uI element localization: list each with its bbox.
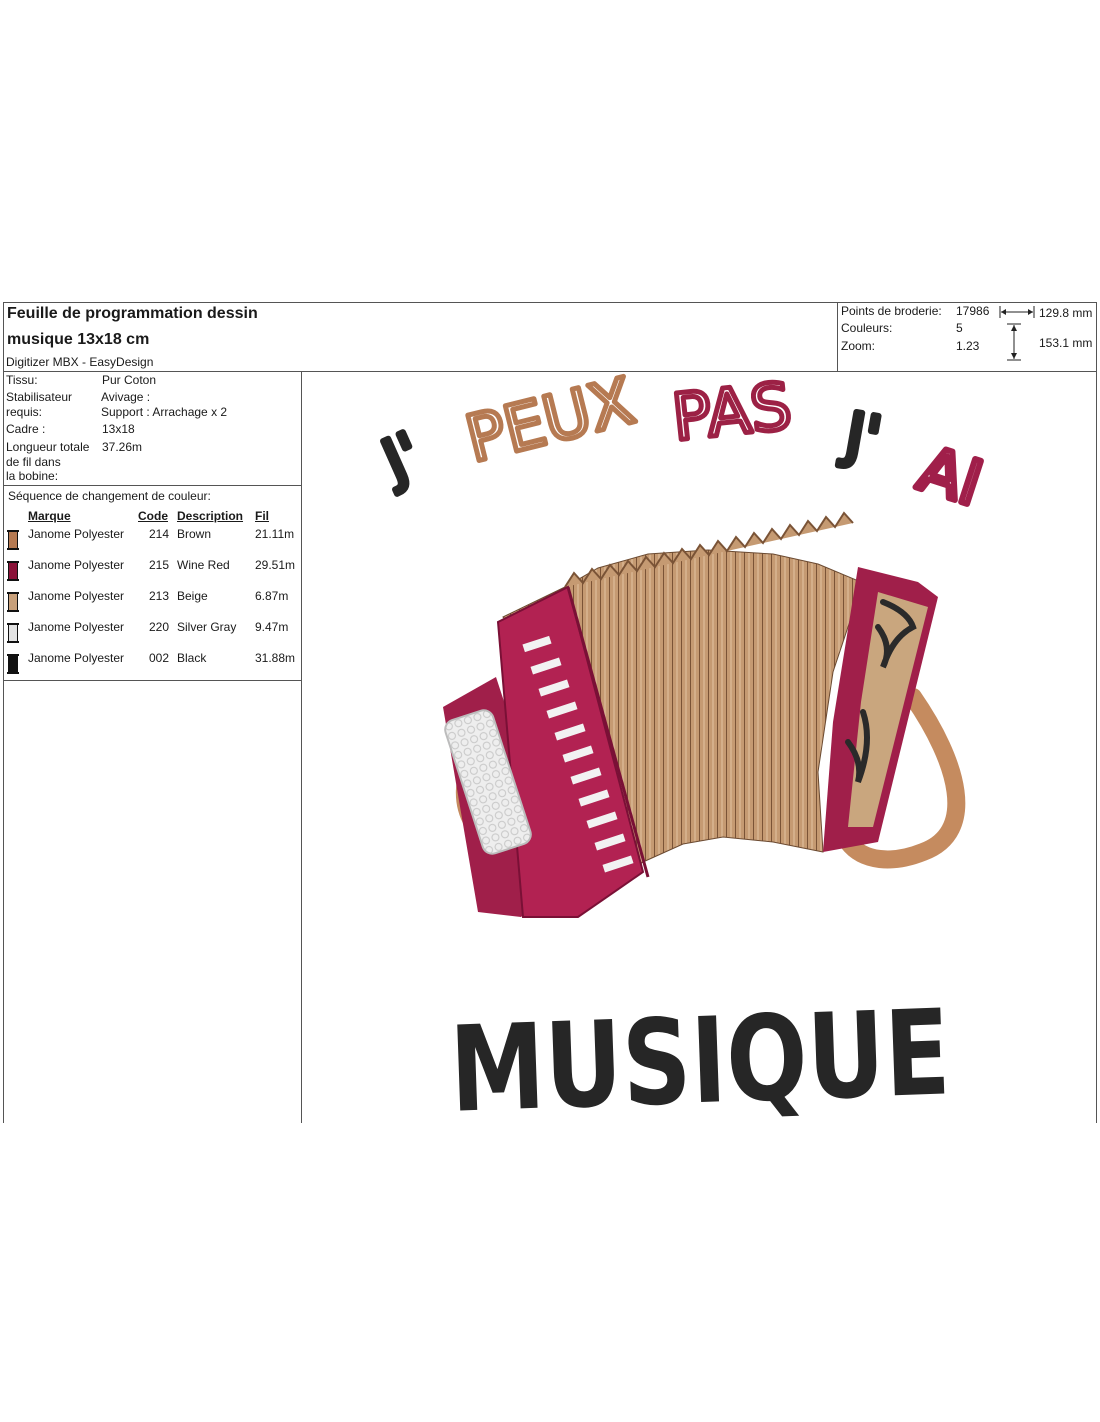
row-description: Silver Gray — [177, 620, 237, 634]
row-thread: 6.87m — [255, 589, 289, 603]
longueur-value: 37.26m — [102, 440, 143, 454]
header-thread: Fil — [255, 509, 269, 523]
row-brand: Janome Polyester — [28, 651, 125, 665]
row-description: Brown — [177, 527, 212, 541]
stats-box-left — [837, 302, 838, 371]
software-name: Digitizer MBX - EasyDesign — [6, 355, 154, 369]
slogan-word-peux: PEUX — [459, 372, 642, 478]
cadre-label: Cadre : — [6, 422, 46, 436]
row-code: 214 — [149, 527, 170, 541]
header-description: Description — [177, 509, 244, 523]
stabilizer-label-2: requis: — [6, 405, 43, 419]
main-word-musique: MUSIQUE — [448, 983, 953, 1123]
tissu-value: Pur Coton — [102, 373, 157, 387]
row-description: Black — [177, 651, 207, 665]
slogan-word-pas: PAS — [669, 372, 795, 456]
spool-color — [8, 532, 18, 548]
slogan-word-j1: J' — [370, 419, 431, 496]
row-thread: 9.47m — [255, 620, 289, 634]
stabilizer-label-1: Stabilisateur — [6, 390, 73, 404]
frame-top — [3, 302, 1097, 303]
row-code: 002 — [149, 651, 170, 665]
thread-spool-icon — [7, 561, 19, 581]
longueur-label-1: Longueur totale — [6, 440, 90, 454]
row-thread: 21.11m — [255, 527, 295, 541]
longueur-label-3: la bobine: — [6, 469, 59, 483]
sheet-title-line2: musique 13x18 cm — [7, 331, 150, 348]
width-dimension-icon — [999, 306, 1035, 318]
row-thread: 31.88m — [255, 651, 296, 665]
row-brand: Janome Polyester — [28, 558, 125, 572]
tissu-label: Tissu: — [6, 373, 38, 387]
sheet-title-line1: Feuille de programmation dessin — [7, 305, 258, 322]
colors-label: Couleurs: — [841, 321, 893, 335]
thread-spool-icon — [7, 623, 19, 643]
colors-value: 5 — [956, 321, 963, 335]
sequence-bottom — [3, 680, 302, 681]
row-brand: Janome Polyester — [28, 620, 125, 634]
slogan-word-j2: J' — [836, 399, 886, 475]
frame-left — [3, 302, 4, 1123]
spool-color — [8, 563, 18, 579]
row-brand: Janome Polyester — [28, 589, 125, 603]
stitches-label: Points de broderie: — [841, 304, 942, 318]
height-dimension-icon — [1007, 323, 1021, 361]
stabilizer-value-1: Avivage : — [101, 390, 151, 404]
header-brand: Marque — [28, 509, 71, 523]
longueur-label-2: de fil dans — [6, 455, 61, 469]
row-brand: Janome Polyester — [28, 527, 125, 541]
spool-color — [8, 625, 18, 641]
row-code: 215 — [149, 558, 170, 572]
specs-bottom — [3, 485, 302, 486]
left-panel-divider — [301, 371, 302, 1123]
zoom-label: Zoom: — [841, 339, 876, 353]
row-code: 220 — [149, 620, 170, 634]
height-value: 153.1 mm — [1039, 336, 1093, 350]
embroidery-design: J' PEUX PAS J' AI MUSIQUE — [367, 372, 993, 1123]
row-code: 213 — [149, 589, 170, 603]
header-code: Code — [138, 509, 168, 523]
stabilizer-value-2: Support : Arrachage x 2 — [101, 405, 228, 419]
cadre-value: 13x18 — [102, 422, 135, 436]
stitches-value: 17986 — [956, 304, 990, 318]
row-thread: 29.51m — [255, 558, 296, 572]
row-description: Beige — [177, 589, 208, 603]
spool-color — [8, 656, 18, 672]
thread-spool-icon — [7, 654, 19, 674]
thread-spool-icon — [7, 592, 19, 612]
width-value: 129.8 mm — [1039, 306, 1093, 320]
zoom-value: 1.23 — [956, 339, 980, 353]
row-description: Wine Red — [177, 558, 230, 572]
slogan-word-ai: AI — [910, 432, 990, 520]
sequence-title: Séquence de changement de couleur: — [8, 489, 211, 503]
spool-color — [8, 594, 18, 610]
thread-spool-icon — [7, 530, 19, 550]
